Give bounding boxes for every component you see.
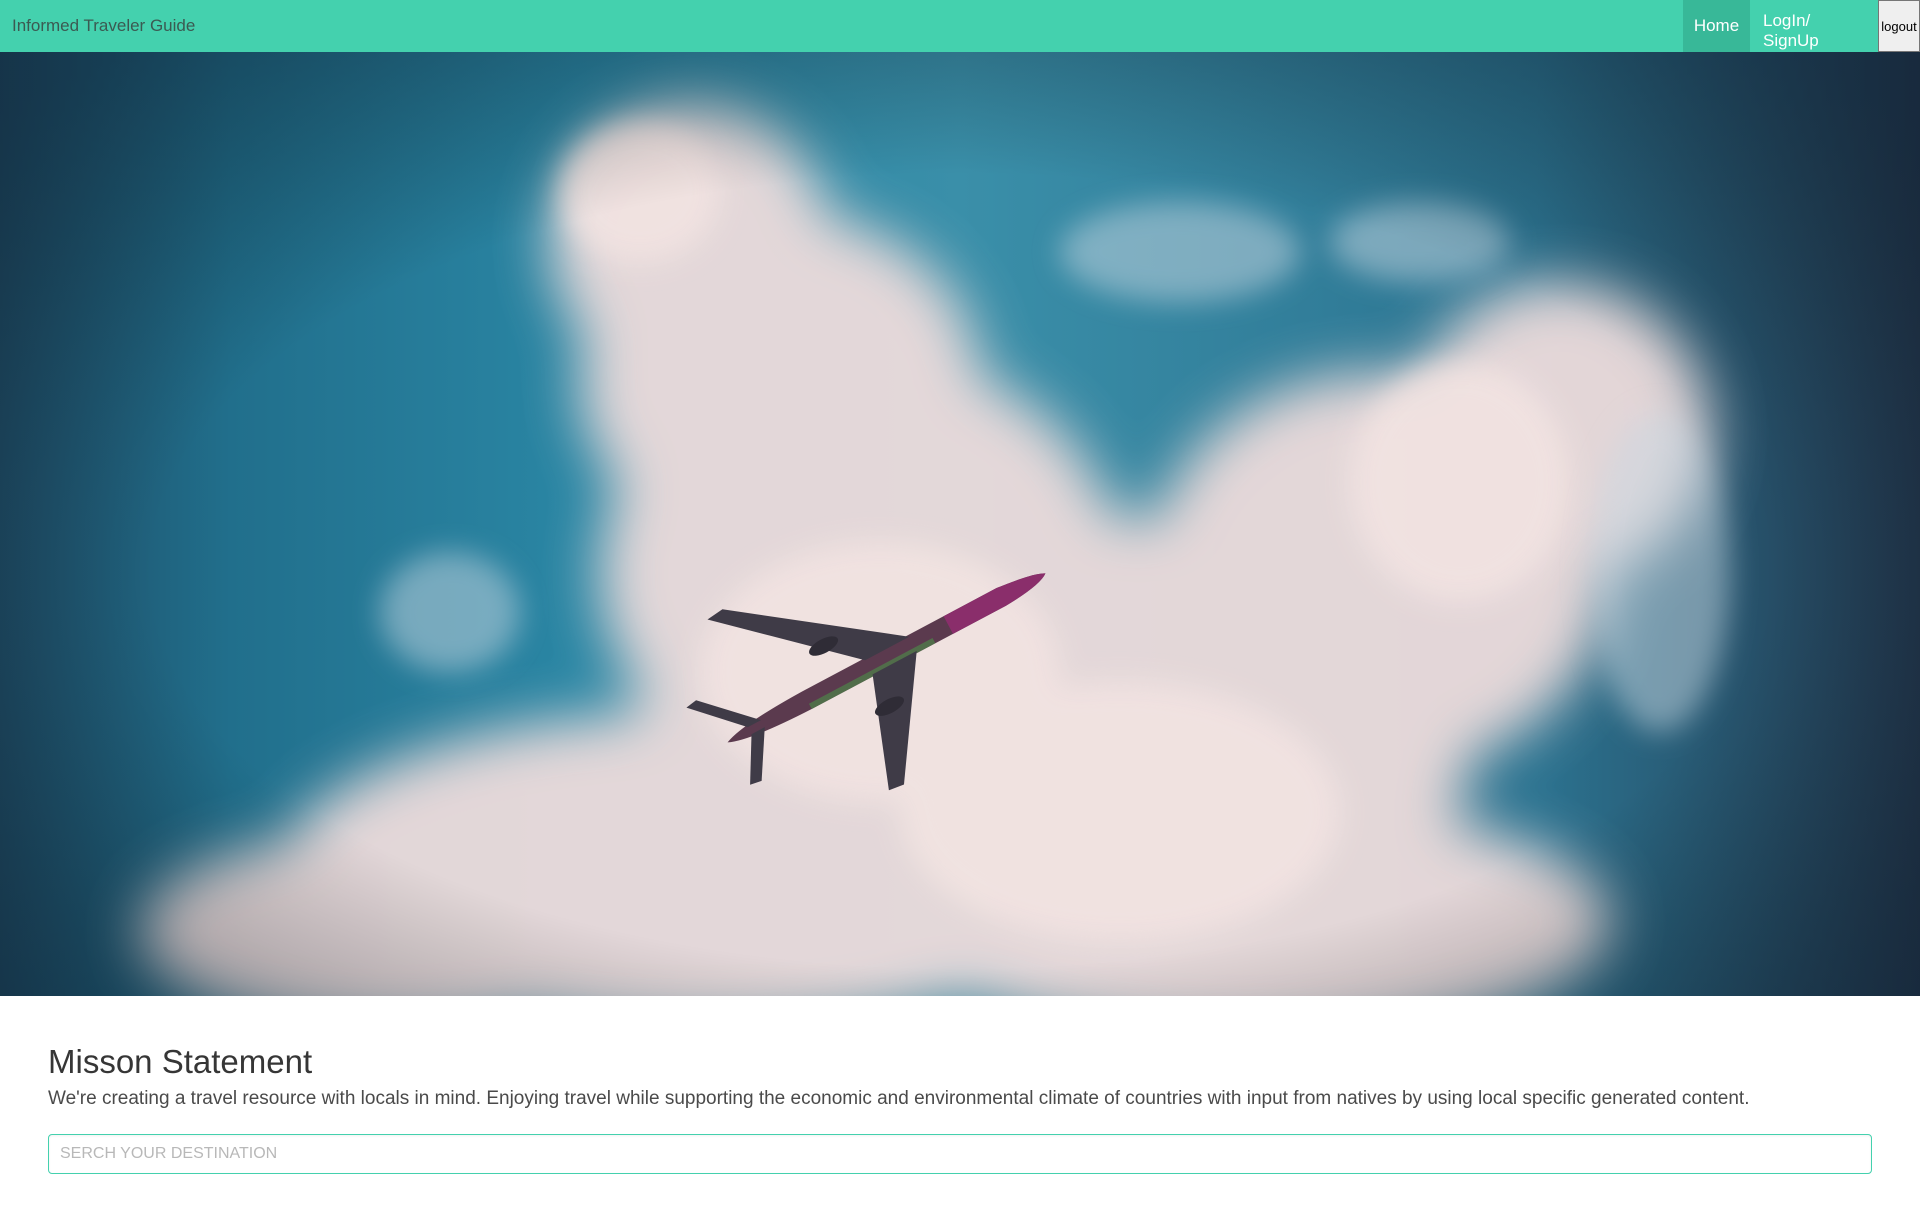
destination-search-input[interactable] [48, 1134, 1872, 1174]
logout-button[interactable]: logout [1878, 0, 1920, 52]
nav-links: Home LogIn/ SignUp logout [1683, 0, 1920, 52]
main-content: Misson Statement We're creating a travel… [48, 1040, 1872, 1174]
brand-title[interactable]: Informed Traveler Guide [0, 0, 1683, 52]
mission-title: Misson Statement [48, 1043, 313, 1080]
mission-text: We're creating a travel resource with lo… [48, 1088, 1750, 1109]
top-navbar: Informed Traveler Guide Home LogIn/ Sign… [0, 0, 1920, 52]
hero-image [0, 52, 1920, 996]
nav-home-link[interactable]: Home [1683, 0, 1750, 52]
hero-sky-illustration [0, 52, 1920, 996]
nav-login-signup-link[interactable]: LogIn/ SignUp [1750, 0, 1878, 52]
